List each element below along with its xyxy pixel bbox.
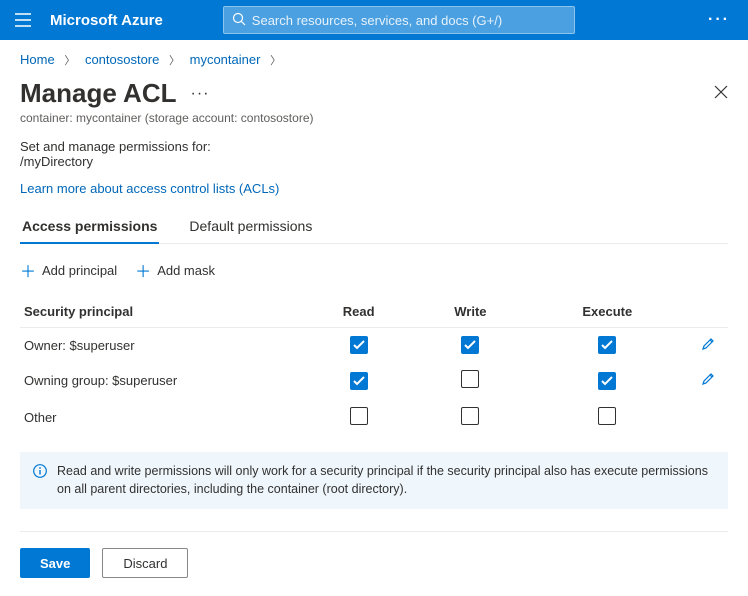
search-icon bbox=[232, 12, 246, 29]
edit-icon[interactable] bbox=[701, 339, 715, 354]
principal-name: Owning group: $superuser bbox=[20, 362, 303, 399]
target-path: /myDirectory bbox=[20, 154, 728, 169]
chevron-right-icon: 〉 bbox=[64, 55, 75, 67]
read-checkbox[interactable] bbox=[350, 407, 368, 425]
add-principal-button[interactable]: ＋ Add principal bbox=[20, 258, 117, 282]
command-bar: ＋ Add principal ＋ Add mask bbox=[20, 258, 728, 282]
tab-default-permissions[interactable]: Default permissions bbox=[187, 212, 314, 243]
add-mask-label: Add mask bbox=[157, 263, 215, 278]
chevron-right-icon: 〉 bbox=[169, 55, 180, 67]
top-bar: Microsoft Azure ··· bbox=[0, 0, 748, 40]
read-checkbox[interactable] bbox=[350, 336, 368, 354]
col-execute: Execute bbox=[527, 296, 688, 328]
save-button[interactable]: Save bbox=[20, 548, 90, 578]
chevron-right-icon: 〉 bbox=[270, 55, 281, 67]
execute-checkbox[interactable] bbox=[598, 407, 616, 425]
info-text: Read and write permissions will only wor… bbox=[57, 463, 715, 498]
tab-list: Access permissions Default permissions bbox=[20, 212, 728, 244]
table-row: Owning group: $superuser bbox=[20, 362, 728, 399]
search-input[interactable] bbox=[252, 13, 566, 28]
divider bbox=[20, 531, 728, 532]
permissions-for-label: Set and manage permissions for: bbox=[20, 139, 728, 154]
more-icon[interactable]: ··· bbox=[700, 11, 738, 29]
write-checkbox[interactable] bbox=[461, 407, 479, 425]
page-subtitle: container: mycontainer (storage account:… bbox=[20, 111, 728, 125]
info-banner: Read and write permissions will only wor… bbox=[20, 452, 728, 509]
breadcrumb-store[interactable]: contosostore bbox=[85, 52, 159, 67]
plus-icon: ＋ bbox=[20, 258, 36, 282]
table-row: Other bbox=[20, 399, 728, 436]
add-mask-button[interactable]: ＋ Add mask bbox=[135, 258, 215, 282]
close-icon[interactable] bbox=[714, 83, 728, 104]
brand-title: Microsoft Azure bbox=[50, 12, 163, 29]
table-row: Owner: $superuser bbox=[20, 328, 728, 363]
more-options-icon[interactable]: ··· bbox=[191, 85, 210, 103]
page-title: Manage ACL bbox=[20, 78, 177, 109]
principal-name: Other bbox=[20, 399, 303, 436]
breadcrumb: Home 〉 contosostore 〉 mycontainer 〉 bbox=[20, 52, 728, 68]
breadcrumb-container[interactable]: mycontainer bbox=[190, 52, 261, 67]
edit-icon[interactable] bbox=[701, 374, 715, 389]
info-icon bbox=[33, 464, 47, 498]
write-checkbox[interactable] bbox=[461, 336, 479, 354]
breadcrumb-home[interactable]: Home bbox=[20, 52, 55, 67]
footer-actions: Save Discard bbox=[20, 548, 728, 578]
read-checkbox[interactable] bbox=[350, 372, 368, 390]
tab-access-permissions[interactable]: Access permissions bbox=[20, 212, 159, 244]
plus-icon: ＋ bbox=[135, 258, 151, 282]
add-principal-label: Add principal bbox=[42, 263, 117, 278]
learn-more-link[interactable]: Learn more about access control lists (A… bbox=[20, 181, 279, 196]
col-principal: Security principal bbox=[20, 296, 303, 328]
acl-table: Security principal Read Write Execute Ow… bbox=[20, 296, 728, 436]
principal-name: Owner: $superuser bbox=[20, 328, 303, 363]
col-read: Read bbox=[303, 296, 414, 328]
search-box[interactable] bbox=[223, 6, 575, 34]
hamburger-menu-icon[interactable] bbox=[10, 7, 36, 33]
execute-checkbox[interactable] bbox=[598, 372, 616, 390]
execute-checkbox[interactable] bbox=[598, 336, 616, 354]
col-write: Write bbox=[414, 296, 526, 328]
discard-button[interactable]: Discard bbox=[102, 548, 188, 578]
write-checkbox[interactable] bbox=[461, 370, 479, 388]
